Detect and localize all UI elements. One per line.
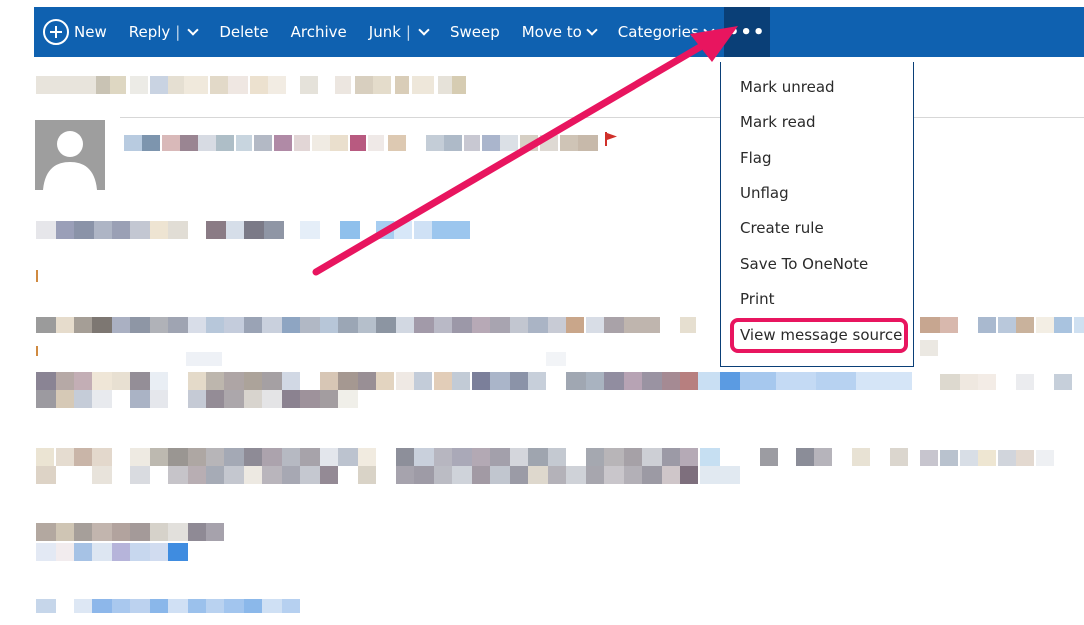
more-actions-button[interactable]: •••	[723, 7, 770, 57]
junk-label: Junk	[368, 23, 401, 41]
delete-label: Delete	[219, 23, 269, 41]
flag-icon[interactable]	[605, 132, 617, 146]
person-silhouette-icon	[43, 131, 97, 190]
new-label: New	[74, 23, 107, 41]
sweep-label: Sweep	[449, 23, 500, 41]
menu-item-unflag[interactable]: Unflag	[740, 184, 789, 202]
menu-item-mark-read[interactable]: Mark read	[740, 113, 816, 131]
sender-avatar	[35, 120, 105, 190]
chevron-down-icon	[702, 24, 715, 36]
junk-split-separator: |	[405, 23, 411, 41]
reply-label: Reply	[128, 23, 171, 41]
more-dots-icon: •••	[727, 21, 766, 43]
command-bar: New Reply | Delete Archive Junk | Sweep …	[34, 7, 1084, 57]
menu-item-mark-unread[interactable]: Mark unread	[740, 78, 835, 96]
categories-label: Categories	[617, 23, 699, 41]
annotation-highlight-box	[730, 318, 908, 353]
chevron-down-icon	[586, 24, 598, 36]
menu-item-create-rule[interactable]: Create rule	[740, 219, 824, 237]
new-button[interactable]: New	[34, 7, 118, 57]
reply-split-separator: |	[175, 23, 181, 41]
delete-button[interactable]: Delete	[208, 7, 279, 57]
reply-button[interactable]: Reply |	[118, 7, 209, 57]
menu-item-print[interactable]: Print	[740, 290, 775, 308]
sweep-button[interactable]: Sweep	[439, 7, 511, 57]
plus-circle-icon	[43, 19, 69, 45]
menu-item-flag[interactable]: Flag	[740, 149, 772, 167]
archive-button[interactable]: Archive	[280, 7, 358, 57]
header-divider	[120, 117, 1084, 118]
command-toolbar: New Reply | Delete Archive Junk | Sweep …	[0, 0, 1084, 62]
archive-label: Archive	[290, 23, 347, 41]
chevron-down-icon[interactable]	[187, 24, 199, 36]
junk-button[interactable]: Junk |	[358, 7, 439, 57]
categories-button[interactable]: Categories	[607, 7, 724, 57]
move-to-label: Move to	[521, 23, 582, 41]
menu-item-save-to-onenote[interactable]: Save To OneNote	[740, 255, 868, 273]
chevron-down-icon[interactable]	[418, 24, 430, 36]
move-to-button[interactable]: Move to	[511, 7, 607, 57]
